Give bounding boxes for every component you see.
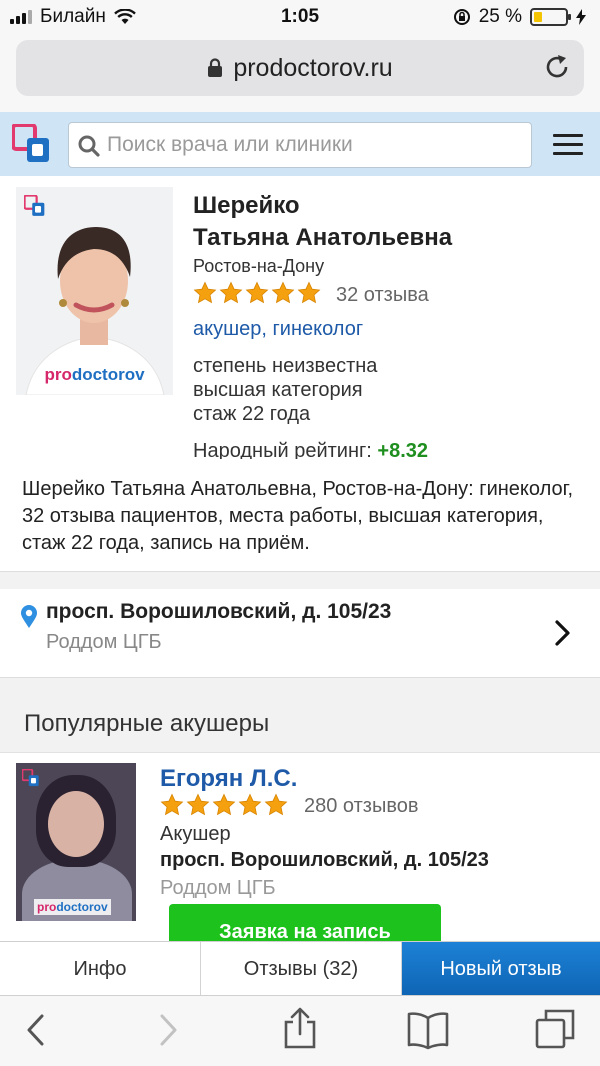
doctor-specialties[interactable]: акушер, гинеколог — [193, 318, 363, 341]
url-text: prodoctorov.ru — [233, 54, 393, 82]
doctor-category: высшая категория — [193, 379, 363, 401]
popular-doctor-photo: prodoctorov — [16, 763, 136, 921]
photo-watermark: prodoctorov — [44, 365, 145, 384]
popular-photo-watermark: prodoctorov — [34, 899, 111, 915]
doctor-degree: степень неизвестна — [193, 355, 378, 377]
doctor-city: Ростов-на-Дону — [193, 256, 325, 276]
menu-icon[interactable] — [553, 134, 583, 156]
address-bar[interactable]: prodoctorov.ru — [16, 40, 584, 96]
popular-doctor-address: просп. Ворошиловский, д. 105/23 — [160, 849, 489, 871]
star-icon — [297, 281, 321, 304]
popular-doctor-clinic: Роддом ЦГБ — [160, 877, 276, 899]
status-bar: Билайн 1:05 25 % — [0, 0, 600, 34]
doctor-info: степень неизвестна высшая категория стаж… — [193, 354, 377, 426]
tab-reviews[interactable]: Отзывы (32) — [201, 942, 402, 996]
star-icon — [212, 793, 236, 816]
photo-logo-icon — [24, 195, 45, 216]
reload-icon[interactable] — [542, 52, 572, 82]
doctor-description: Шерейко Татьяна Анатольевна, Ростов-на-Д… — [22, 478, 573, 554]
rating-stars — [193, 281, 321, 305]
chevron-right-icon — [555, 620, 570, 646]
tab-new-review[interactable]: Новый отзыв — [402, 942, 600, 996]
doctor-surname: Шерейко — [193, 192, 300, 219]
search-input[interactable] — [107, 131, 527, 159]
star-icon — [193, 281, 217, 304]
battery-percent: 25 % — [478, 6, 522, 27]
charging-icon — [576, 9, 586, 25]
logo-icon[interactable] — [12, 124, 52, 164]
forward-icon[interactable] — [158, 1012, 180, 1048]
star-icon — [219, 281, 243, 304]
popular-doctor-card[interactable]: prodoctorov Егорян Л.С. 280 отзывов Акуш… — [0, 752, 600, 944]
photo-logo-icon — [22, 769, 39, 787]
doctor-reviews-count[interactable]: 32 отзыва — [336, 284, 429, 307]
pin-icon — [21, 605, 37, 628]
people-rating: Народный рейтинг: +8.32 — [193, 440, 428, 459]
browser-chrome: Билайн 1:05 25 % prodoctorov.ru — [0, 0, 600, 112]
workplace-row[interactable]: просп. Ворошиловский, д. 105/23 Роддом Ц… — [0, 589, 600, 677]
search-icon — [78, 135, 100, 157]
star-icon — [238, 793, 262, 816]
search-box[interactable] — [68, 122, 532, 168]
popular-doctor-reviews[interactable]: 280 отзывов — [304, 795, 418, 818]
people-rating-value: +8.32 — [377, 440, 429, 459]
browser-toolbar — [0, 995, 600, 1066]
popular-doctor-name[interactable]: Егорян Л.С. — [160, 765, 297, 793]
star-icon — [160, 793, 184, 816]
battery-icon — [530, 8, 571, 26]
popular-rating-stars — [160, 793, 288, 817]
share-icon[interactable] — [282, 1006, 318, 1050]
tab-info[interactable]: Инфо — [0, 942, 201, 996]
popular-doctor-specialty: Акушер — [160, 823, 231, 845]
separator — [0, 571, 600, 590]
doctor-name: Шерейко Татьяна Анатольевна — [193, 190, 452, 254]
doctor-given-names: Татьяна Анатольевна — [193, 224, 453, 251]
people-rating-label: Народный рейтинг: — [193, 440, 372, 459]
star-icon — [186, 793, 210, 816]
book-appointment-button[interactable]: Заявка на запись — [169, 904, 441, 944]
star-icon — [264, 793, 288, 816]
doctor-photo: prodoctorov — [16, 187, 173, 395]
workplace-clinic: Роддом ЦГБ — [46, 631, 162, 653]
bookmarks-icon[interactable] — [406, 1010, 450, 1050]
workplace-address: просп. Ворошиловский, д. 105/23 — [46, 600, 392, 623]
tabs-icon[interactable] — [534, 1008, 576, 1050]
tab-bar: Инфо Отзывы (32) Новый отзыв — [0, 941, 600, 996]
star-icon — [271, 281, 295, 304]
orientation-lock-icon — [453, 9, 470, 25]
site-header — [0, 112, 600, 176]
back-icon[interactable] — [24, 1012, 46, 1048]
star-icon — [245, 281, 269, 304]
popular-section-title: Популярные акушеры — [24, 710, 270, 737]
doctor-experience: стаж 22 года — [193, 403, 311, 425]
lock-icon — [208, 58, 223, 77]
